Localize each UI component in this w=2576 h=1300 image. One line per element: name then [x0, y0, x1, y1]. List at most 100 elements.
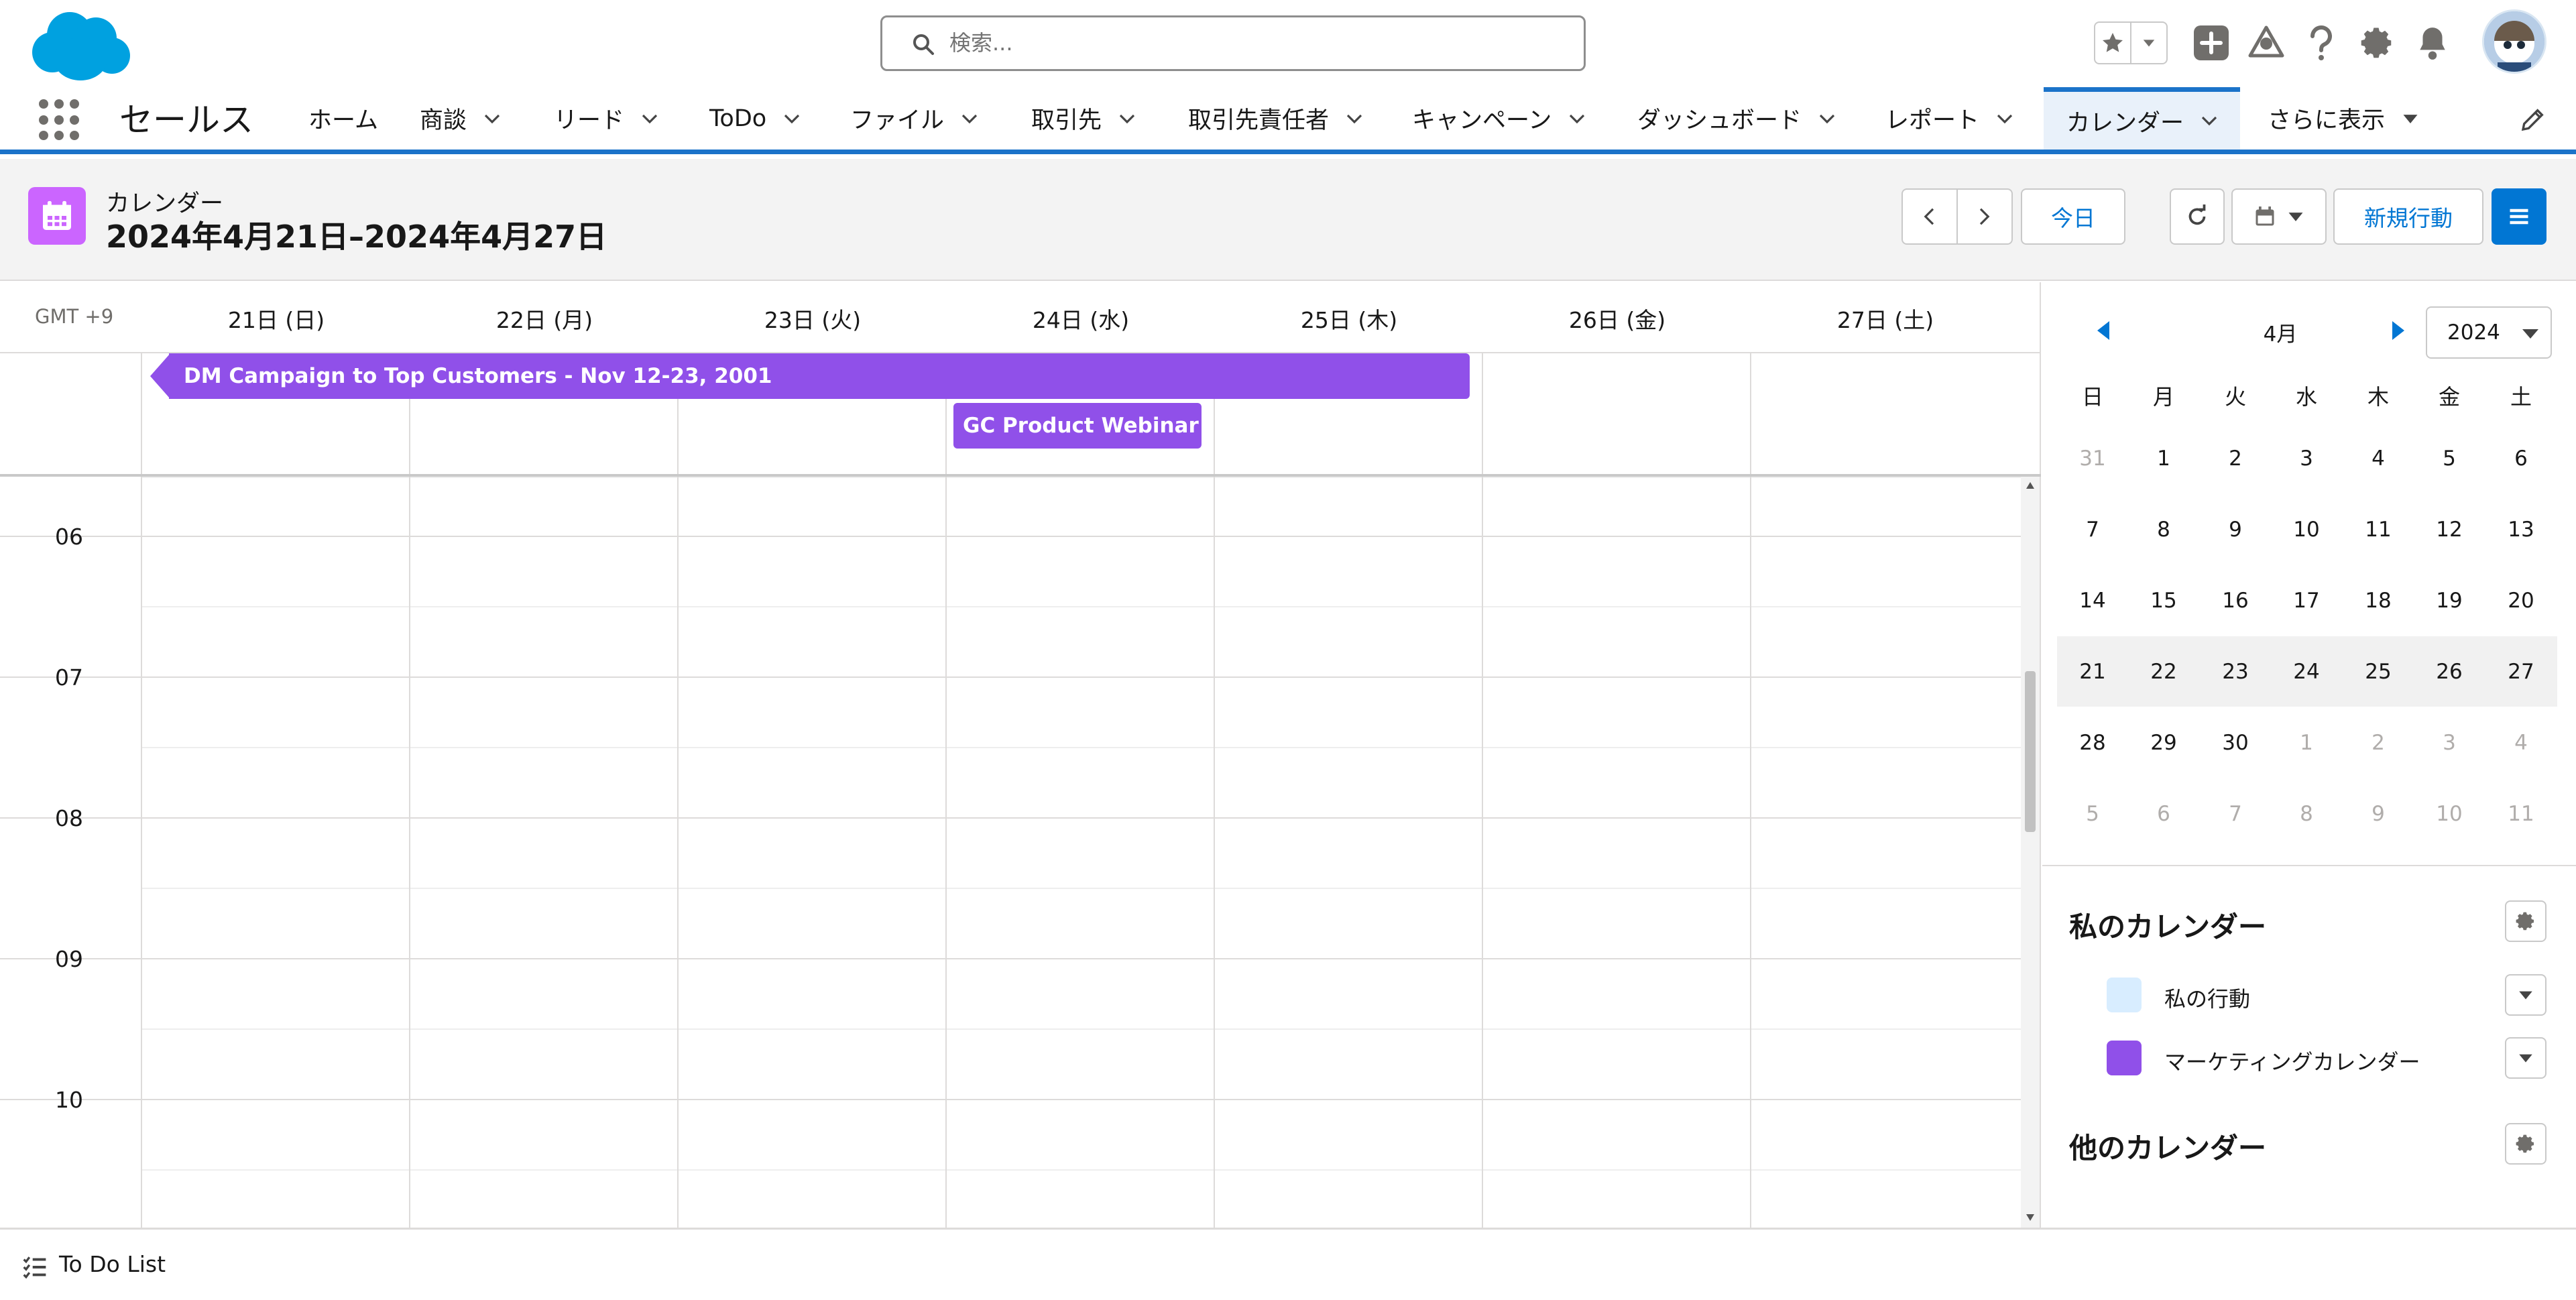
favorites-button[interactable]: [2095, 23, 2130, 63]
chevron-down-icon[interactable]: [778, 105, 805, 132]
calendar-options-button[interactable]: [2505, 974, 2546, 1016]
favorites-menu-button[interactable]: [2130, 23, 2166, 63]
mini-calendar-day[interactable]: 19: [2414, 565, 2485, 636]
allday-column[interactable]: [141, 353, 142, 474]
mini-calendar-day[interactable]: 10: [2414, 778, 2485, 849]
mini-calendar-day[interactable]: 3: [2271, 423, 2342, 493]
mini-calendar-day[interactable]: 9: [2343, 778, 2414, 849]
todo-list-button[interactable]: To Do List: [59, 1251, 166, 1277]
my-calendars-settings-button[interactable]: [2505, 900, 2546, 942]
mini-calendar-day[interactable]: 5: [2414, 423, 2485, 493]
time-grid-scrollbar[interactable]: [2021, 477, 2040, 1228]
user-avatar[interactable]: [2482, 9, 2546, 74]
app-launcher-button[interactable]: [39, 99, 80, 141]
mini-calendar-day[interactable]: 7: [2200, 778, 2271, 849]
allday-column[interactable]: [1750, 353, 1751, 474]
day-header[interactable]: 21日 (日): [142, 302, 410, 335]
mini-calendar-day[interactable]: 29: [2128, 707, 2199, 778]
nav-item-files[interactable]: ファイル: [850, 87, 983, 150]
salesforce-logo[interactable]: [27, 8, 131, 80]
nav-item-leads[interactable]: リード: [554, 87, 663, 150]
mini-calendar-day[interactable]: 16: [2200, 565, 2271, 636]
chevron-down-icon[interactable]: [1114, 105, 1140, 132]
my-events-color-swatch[interactable]: [2107, 978, 2142, 1012]
mini-calendar-day[interactable]: 5: [2057, 778, 2128, 849]
mini-calendar-day[interactable]: 9: [2200, 494, 2271, 565]
refresh-button[interactable]: [2170, 188, 2225, 245]
mini-calendar-day[interactable]: 11: [2343, 494, 2414, 565]
mini-calendar-day[interactable]: 23: [2200, 636, 2271, 707]
mini-calendar-day[interactable]: 28: [2057, 707, 2128, 778]
mini-calendar-day[interactable]: 21: [2057, 636, 2128, 707]
nav-item-dashboards[interactable]: ダッシュボード: [1637, 87, 1840, 150]
mini-calendar-day[interactable]: 2: [2343, 707, 2414, 778]
nav-item-opportunities[interactable]: 商談: [420, 87, 506, 150]
chevron-down-icon[interactable]: [1814, 105, 1840, 132]
notifications-button[interactable]: [2411, 21, 2454, 64]
chevron-down-icon[interactable]: [956, 105, 983, 132]
mini-calendar-day[interactable]: 4: [2343, 423, 2414, 493]
mini-calendar-day[interactable]: 14: [2057, 565, 2128, 636]
global-search[interactable]: [880, 15, 1586, 71]
nav-item-more[interactable]: さらに表示: [2268, 87, 2424, 150]
other-calendars-settings-button[interactable]: [2505, 1123, 2546, 1165]
event-gc-webinar[interactable]: GC Product Webinar ...: [953, 403, 1202, 449]
scrollbar-thumb[interactable]: [2025, 671, 2036, 832]
chevron-down-icon[interactable]: [2196, 107, 2223, 134]
help-button[interactable]: [2300, 21, 2343, 64]
mini-calendar-day[interactable]: 10: [2271, 494, 2342, 565]
mini-calendar-day[interactable]: 15: [2128, 565, 2199, 636]
mini-calendar-day[interactable]: 2: [2200, 423, 2271, 493]
caret-down-icon[interactable]: [2397, 105, 2424, 132]
next-week-button[interactable]: [1956, 190, 2010, 243]
mini-calendar-day[interactable]: 31: [2057, 423, 2128, 493]
mini-calendar-day[interactable]: 22: [2128, 636, 2199, 707]
nav-item-calendar[interactable]: カレンダー: [2044, 87, 2241, 150]
global-actions-button[interactable]: [2190, 21, 2233, 64]
day-header[interactable]: 22日 (月): [410, 302, 679, 335]
day-header[interactable]: 26日 (金): [1483, 302, 1751, 335]
trailhead-button[interactable]: [2245, 21, 2288, 64]
mini-calendar-day[interactable]: 1: [2271, 707, 2342, 778]
mini-calendar-day[interactable]: 17: [2271, 565, 2342, 636]
mini-calendar-day[interactable]: 27: [2485, 636, 2557, 707]
chevron-down-icon[interactable]: [1564, 105, 1590, 132]
nav-item-home[interactable]: ホーム: [308, 87, 378, 150]
mini-calendar-day[interactable]: 20: [2485, 565, 2557, 636]
chevron-down-icon[interactable]: [1341, 105, 1368, 132]
mini-calendar-day[interactable]: 18: [2343, 565, 2414, 636]
day-header[interactable]: 25日 (木): [1215, 302, 1483, 335]
pencil-icon[interactable]: [2520, 106, 2546, 133]
mini-calendar-day[interactable]: 24: [2271, 636, 2342, 707]
mini-calendar-day[interactable]: 8: [2128, 494, 2199, 565]
mini-calendar-day[interactable]: 30: [2200, 707, 2271, 778]
chevron-down-icon[interactable]: [636, 105, 663, 132]
today-button[interactable]: 今日: [2021, 188, 2125, 245]
scroll-up-icon[interactable]: [2026, 482, 2034, 489]
mini-calendar-day[interactable]: 25: [2343, 636, 2414, 707]
checklist-icon[interactable]: [21, 1255, 48, 1279]
chevron-down-icon[interactable]: [479, 105, 506, 132]
mini-calendar-day[interactable]: 13: [2485, 494, 2557, 565]
mini-calendar-day[interactable]: 4: [2485, 707, 2557, 778]
chevron-down-icon[interactable]: [1991, 105, 2018, 132]
setup-button[interactable]: [2356, 21, 2399, 64]
mini-calendar-day[interactable]: 3: [2414, 707, 2485, 778]
mini-calendar-day[interactable]: 8: [2271, 778, 2342, 849]
calendar-view-menu-button[interactable]: [2231, 188, 2327, 245]
new-event-button[interactable]: 新規行動: [2333, 188, 2483, 245]
scroll-down-icon[interactable]: [2026, 1214, 2034, 1221]
previous-week-button[interactable]: [1903, 190, 1956, 243]
mini-calendar-day[interactable]: 12: [2414, 494, 2485, 565]
mini-calendar-day[interactable]: 6: [2128, 778, 2199, 849]
event-dm-campaign[interactable]: DM Campaign to Top Customers - Nov 12-23…: [169, 353, 1470, 399]
year-select[interactable]: 2024: [2426, 306, 2552, 359]
nav-item-contacts[interactable]: 取引先責任者: [1188, 87, 1368, 150]
calendar-list-toggle-button[interactable]: [2492, 188, 2546, 245]
allday-column[interactable]: [1482, 353, 1483, 474]
mini-calendar-day[interactable]: 1: [2128, 423, 2199, 493]
search-input[interactable]: [949, 27, 1553, 59]
time-grid[interactable]: 06 07 08 09 10: [0, 477, 2021, 1228]
calendar-options-button[interactable]: [2505, 1037, 2546, 1079]
day-header[interactable]: 23日 (火): [679, 302, 947, 335]
